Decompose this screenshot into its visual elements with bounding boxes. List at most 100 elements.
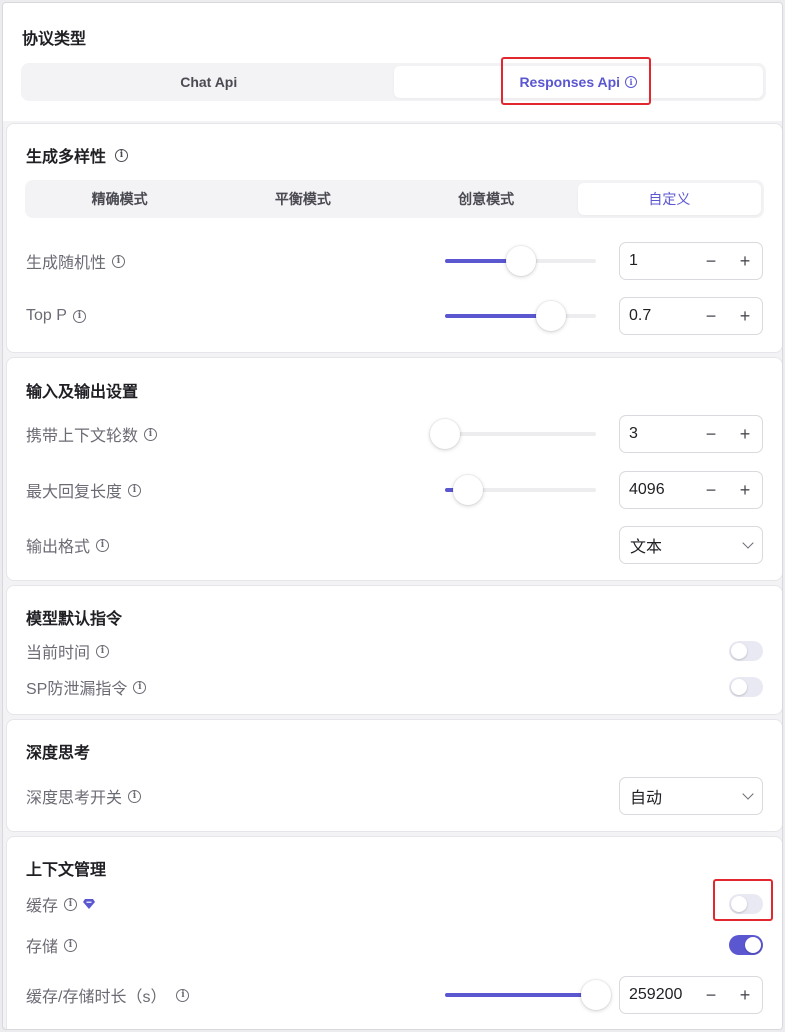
top-p-value[interactable]: 0.7 <box>620 307 694 325</box>
info-icon[interactable]: i <box>64 897 78 911</box>
current-time-toggle[interactable] <box>729 641 763 661</box>
info-icon[interactable]: i <box>96 538 110 552</box>
context-rounds-stepper: 3 − + <box>619 415 763 453</box>
storage-row: 存储 i <box>26 926 763 964</box>
slider-thumb[interactable] <box>581 980 611 1010</box>
increment-button[interactable]: + <box>728 977 762 1013</box>
thinking-card: 深度思考 深度思考开关 i 自动 <box>6 719 782 832</box>
cache-toggle[interactable] <box>729 894 763 914</box>
sp-leak-label: SP防泄漏指令 <box>26 681 128 698</box>
temperature-slider[interactable] <box>445 246 596 276</box>
decrement-button[interactable]: − <box>694 243 728 279</box>
output-format-value: 文本 <box>630 539 663 556</box>
protocol-option-chat-api[interactable]: Chat Api <box>24 66 394 98</box>
increment-button[interactable]: + <box>728 472 762 508</box>
protocol-option-responses-api[interactable]: Responses Api i <box>393 66 763 98</box>
current-time-row: 当前时间 i <box>26 632 763 670</box>
protocol-title: 协议类型 <box>22 31 87 48</box>
toggle-knob <box>731 679 747 695</box>
io-settings-card: 输入及输出设置 携带上下文轮数 i 3 − + 最大回复长度 i 4096 − … <box>6 357 782 581</box>
info-icon[interactable]: i <box>625 76 638 88</box>
mode-creative[interactable]: 创意模式 <box>395 183 578 215</box>
thinking-title: 深度思考 <box>26 745 91 762</box>
info-icon[interactable]: i <box>144 427 158 441</box>
cache-row: 缓存 i <box>26 885 763 923</box>
increment-button[interactable]: + <box>728 298 762 334</box>
decrement-button[interactable]: − <box>694 416 728 452</box>
top-p-row: Top P i 0.7 − + <box>26 297 763 335</box>
duration-slider[interactable] <box>445 980 611 1010</box>
diversity-card: 生成多样性 i 精确模式 平衡模式 创意模式 自定义 生成随机性 i 1 − + <box>6 123 782 353</box>
chevron-down-icon <box>742 537 754 549</box>
output-format-row: 输出格式 i 文本 <box>26 526 763 564</box>
cache-label: 缓存 <box>26 898 59 915</box>
thinking-switch-value: 自动 <box>630 790 663 807</box>
info-icon[interactable]: i <box>128 789 142 803</box>
thinking-switch-row: 深度思考开关 i 自动 <box>26 777 763 815</box>
info-icon[interactable]: i <box>64 938 78 952</box>
context-rounds-slider[interactable] <box>430 419 596 449</box>
protocol-section: 协议类型 Chat Api Responses Api i <box>3 3 782 121</box>
storage-toggle[interactable] <box>729 935 763 955</box>
top-p-slider[interactable] <box>445 301 596 331</box>
diversity-title: 生成多样性 <box>26 149 107 166</box>
sp-leak-toggle[interactable] <box>729 677 763 697</box>
slider-thumb[interactable] <box>535 301 566 331</box>
context-title: 上下文管理 <box>26 862 107 879</box>
max-length-stepper: 4096 − + <box>619 471 763 509</box>
toggle-knob <box>731 643 747 659</box>
instructions-card: 模型默认指令 当前时间 i SP防泄漏指令 i <box>6 585 782 715</box>
output-format-select[interactable]: 文本 <box>619 526 763 564</box>
slider-thumb[interactable] <box>452 475 483 505</box>
decrement-button[interactable]: − <box>694 472 728 508</box>
storage-label: 存储 <box>26 939 59 956</box>
toggle-knob <box>745 937 761 953</box>
diversity-mode-selector: 精确模式 平衡模式 创意模式 自定义 <box>25 180 764 218</box>
info-icon[interactable]: i <box>115 148 129 162</box>
settings-panel: 协议类型 Chat Api Responses Api i 生成多样性 i 精确… <box>2 2 783 1030</box>
context-rounds-value[interactable]: 3 <box>620 425 694 443</box>
top-p-label: Top P <box>26 307 67 324</box>
info-icon[interactable]: i <box>96 644 110 658</box>
mode-custom[interactable]: 自定义 <box>577 183 761 215</box>
io-title: 输入及输出设置 <box>26 384 139 401</box>
premium-gem-icon <box>83 899 96 909</box>
increment-button[interactable]: + <box>728 243 762 279</box>
sp-leak-row: SP防泄漏指令 i <box>26 668 763 706</box>
duration-stepper: 259200 − + <box>619 976 763 1014</box>
duration-row: 缓存/存储时长（s） i 259200 − + <box>26 976 763 1014</box>
slider-fill <box>445 314 551 318</box>
context-rounds-row: 携带上下文轮数 i 3 − + <box>26 415 763 453</box>
max-length-label: 最大回复长度 <box>26 484 123 501</box>
instructions-title: 模型默认指令 <box>26 611 123 628</box>
slider-thumb[interactable] <box>430 419 460 449</box>
max-length-slider[interactable] <box>445 475 596 505</box>
temperature-stepper: 1 − + <box>619 242 763 280</box>
thinking-switch-select[interactable]: 自动 <box>619 777 763 815</box>
info-icon[interactable]: i <box>72 309 86 323</box>
protocol-segmented-control: Chat Api Responses Api i <box>21 63 766 101</box>
duration-label: 缓存/存储时长（s） <box>26 989 167 1006</box>
increment-button[interactable]: + <box>728 416 762 452</box>
duration-value[interactable]: 259200 <box>620 986 694 1004</box>
max-length-value[interactable]: 4096 <box>620 481 694 499</box>
slider-thumb[interactable] <box>505 246 536 276</box>
top-p-stepper: 0.7 − + <box>619 297 763 335</box>
info-icon[interactable]: i <box>128 483 142 497</box>
decrement-button[interactable]: − <box>694 298 728 334</box>
toggle-knob <box>731 896 747 912</box>
max-length-row: 最大回复长度 i 4096 − + <box>26 471 763 509</box>
info-icon[interactable]: i <box>112 254 126 268</box>
decrement-button[interactable]: − <box>694 977 728 1013</box>
output-format-label: 输出格式 <box>26 539 91 556</box>
mode-precise[interactable]: 精确模式 <box>28 183 211 215</box>
context-rounds-label: 携带上下文轮数 <box>26 428 139 445</box>
temperature-value[interactable]: 1 <box>620 252 694 270</box>
chevron-down-icon <box>742 788 754 800</box>
mode-balanced[interactable]: 平衡模式 <box>211 183 394 215</box>
info-icon[interactable]: i <box>176 988 190 1002</box>
thinking-switch-label: 深度思考开关 <box>26 790 123 807</box>
info-icon[interactable]: i <box>133 680 147 694</box>
current-time-label: 当前时间 <box>26 645 91 662</box>
slider-fill <box>445 993 596 997</box>
